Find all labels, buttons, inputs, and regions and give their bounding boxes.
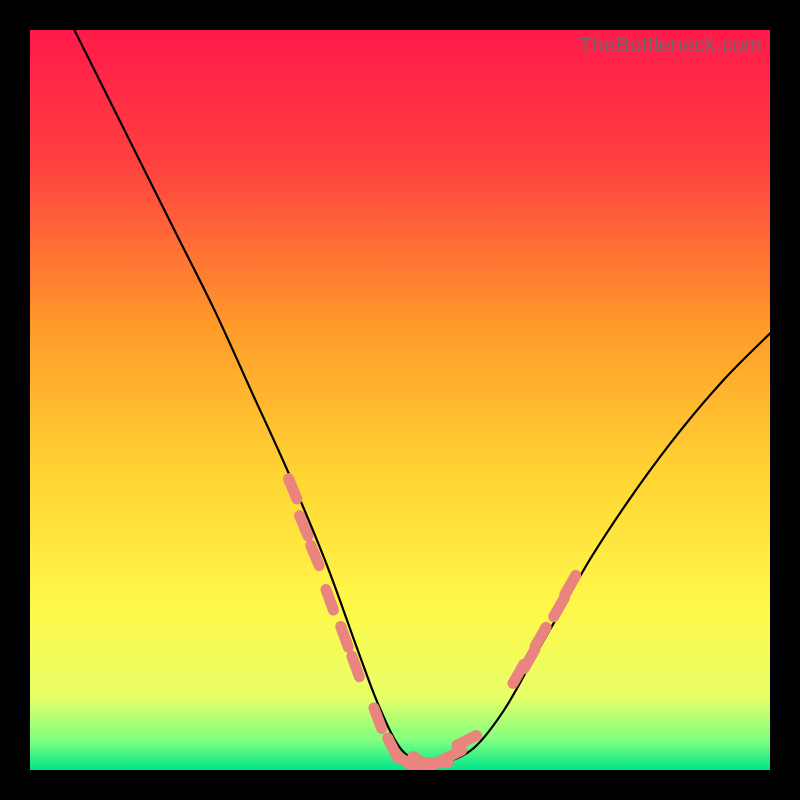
chart-background bbox=[30, 30, 770, 770]
marker-point bbox=[288, 479, 296, 499]
marker-point bbox=[352, 656, 360, 677]
chart-svg bbox=[30, 30, 770, 770]
marker-point bbox=[326, 589, 334, 610]
marker-point bbox=[374, 708, 382, 729]
marker-point bbox=[341, 626, 349, 647]
watermark-label: TheBottleneck.com bbox=[579, 34, 762, 58]
marker-point bbox=[311, 545, 319, 565]
chart-frame: TheBottleneck.com bbox=[30, 30, 770, 770]
marker-point bbox=[300, 516, 308, 536]
